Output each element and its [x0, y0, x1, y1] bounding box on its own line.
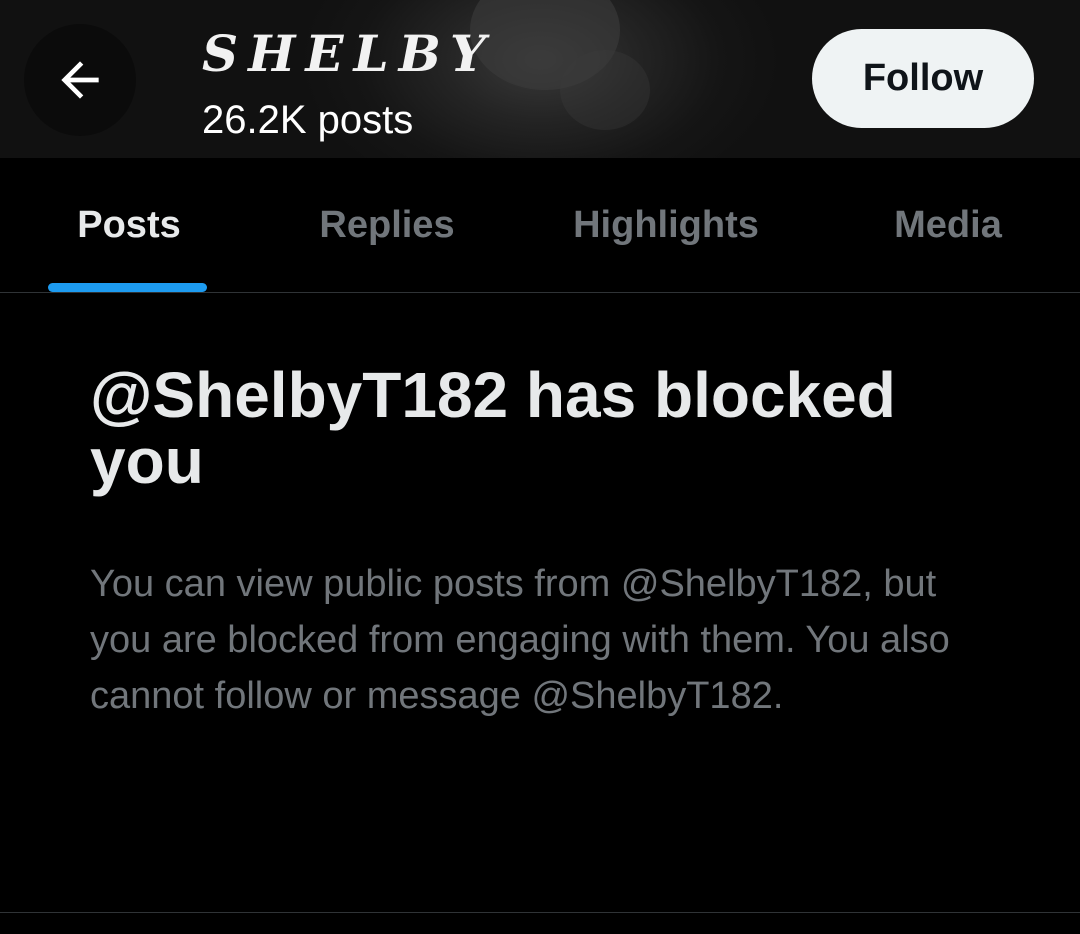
- arrow-left-icon: [61, 61, 99, 99]
- active-tab-indicator: [48, 283, 207, 292]
- profile-header-banner: SHELBY 26.2K posts Follow: [0, 0, 1080, 158]
- tab-media[interactable]: Media: [816, 158, 1080, 292]
- tab-replies[interactable]: Replies: [258, 158, 516, 292]
- tab-posts[interactable]: Posts: [0, 158, 258, 292]
- profile-title-block: SHELBY 26.2K posts: [202, 24, 496, 144]
- banner-image-blur: [560, 50, 650, 130]
- follow-button[interactable]: Follow: [812, 29, 1034, 128]
- profile-display-name: SHELBY: [202, 24, 496, 83]
- post-count: 26.2K posts: [202, 98, 414, 142]
- section-divider: [0, 912, 1080, 913]
- tabs-divider: [0, 292, 1080, 293]
- back-button[interactable]: [24, 24, 136, 136]
- blocked-message: You can view public posts from @ShelbyT1…: [90, 563, 950, 717]
- blocked-title: @ShelbyT182 has blocked you: [90, 359, 896, 497]
- tab-highlights[interactable]: Highlights: [516, 158, 816, 292]
- profile-tabs: Posts Replies Highlights Media: [0, 158, 1080, 292]
